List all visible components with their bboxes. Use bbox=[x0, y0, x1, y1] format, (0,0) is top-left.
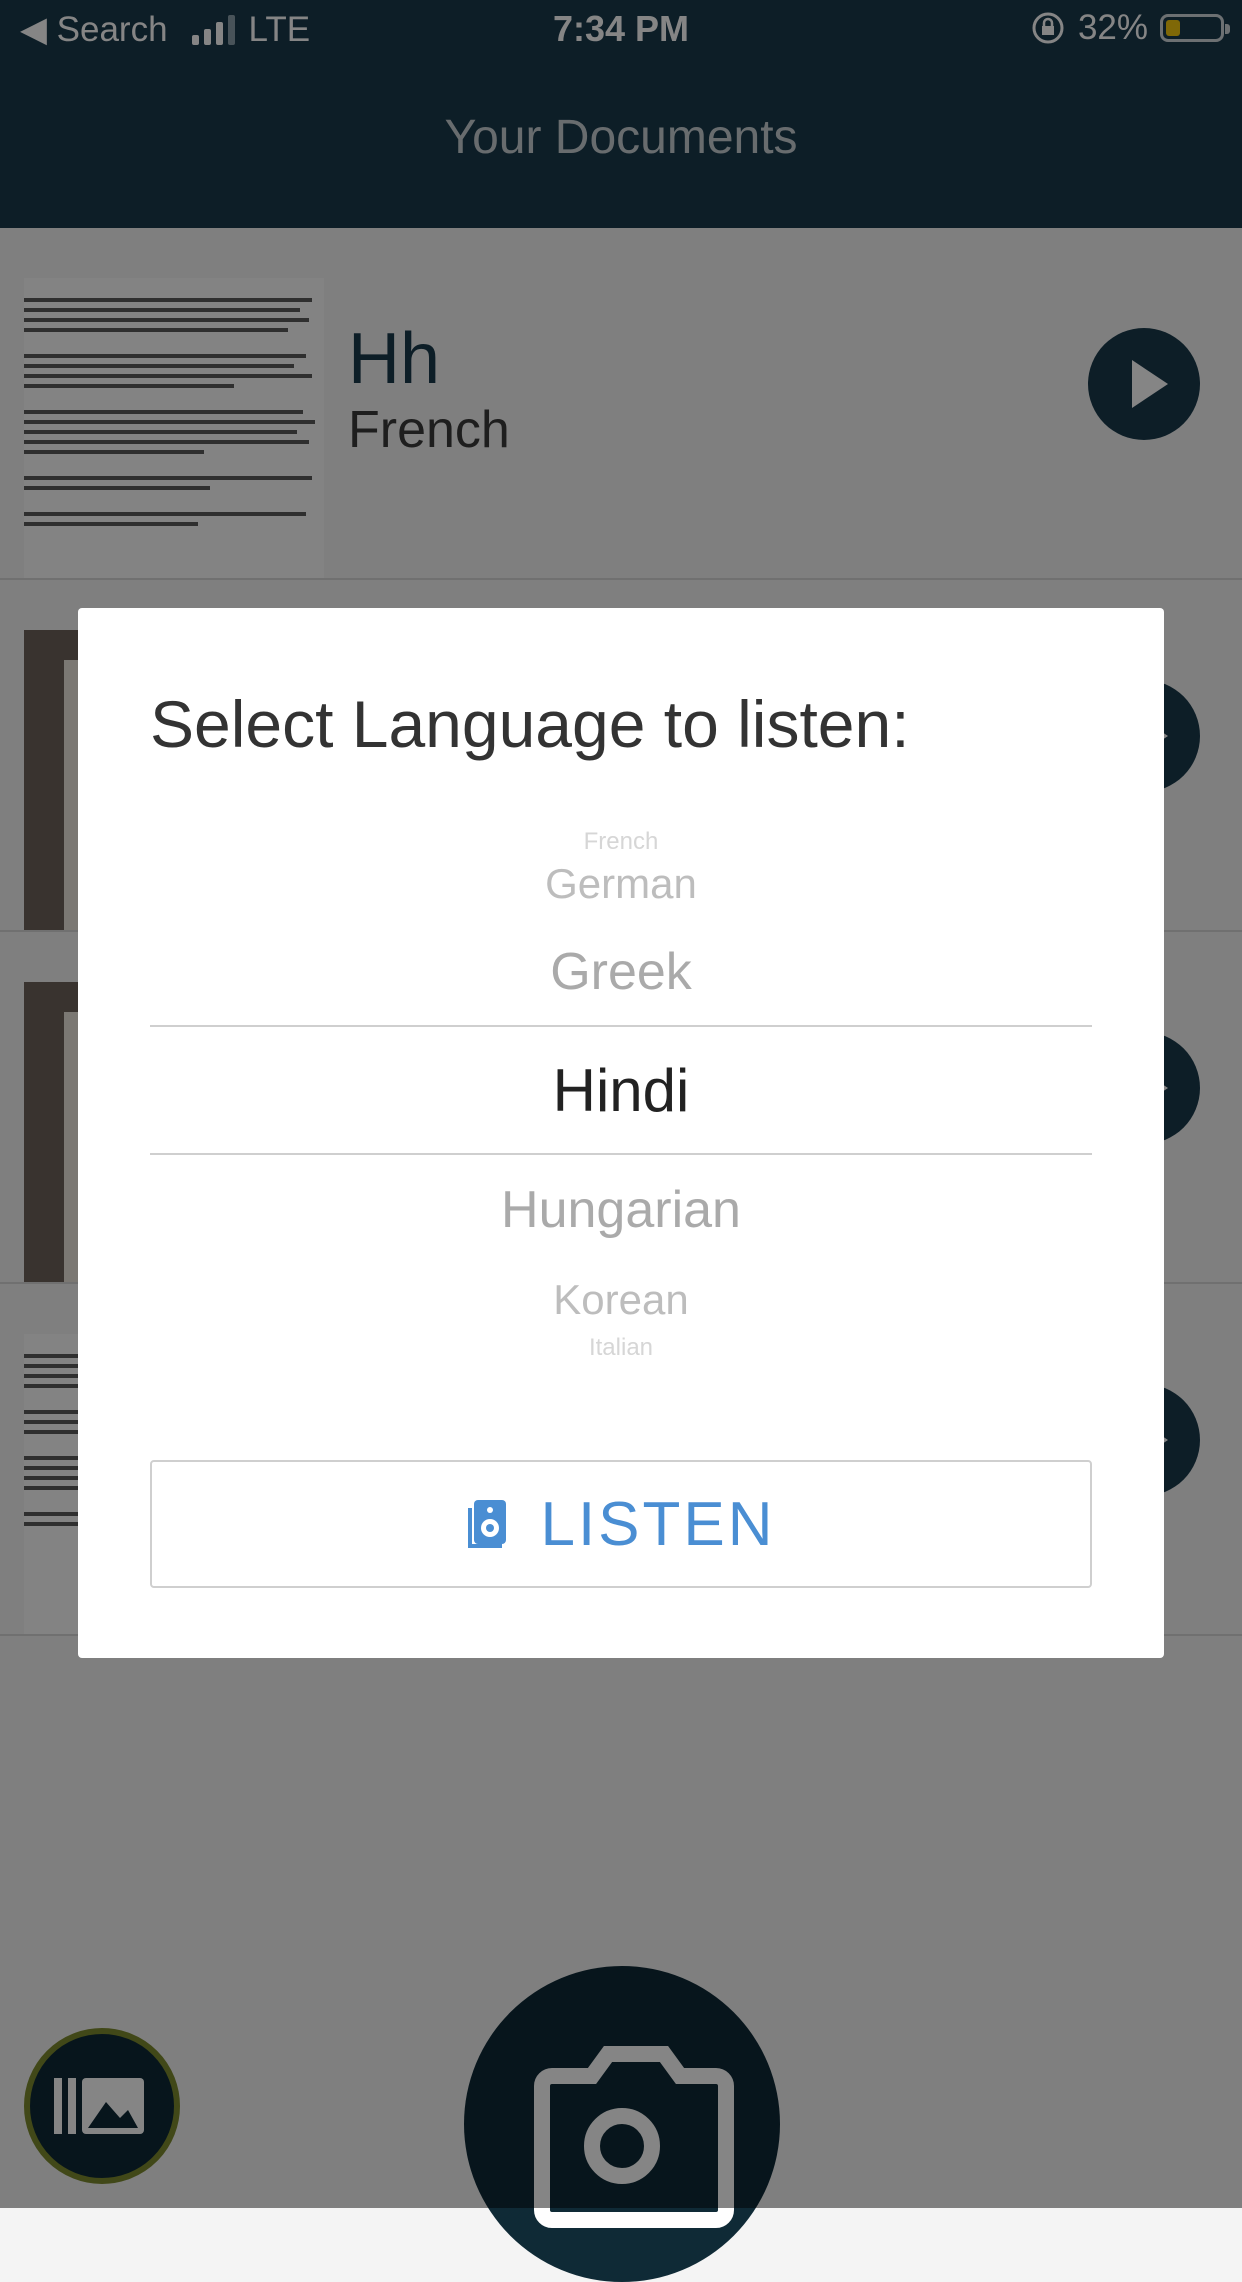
listen-button-label: LISTEN bbox=[540, 1489, 776, 1559]
listen-button[interactable]: LISTEN bbox=[150, 1460, 1092, 1588]
picker-option-selected[interactable]: Hindi bbox=[150, 1056, 1092, 1125]
selection-indicator-top bbox=[150, 1025, 1092, 1027]
picker-option[interactable]: French bbox=[150, 828, 1092, 856]
picker-option[interactable]: Greek bbox=[150, 942, 1092, 1002]
language-picker[interactable]: French German Greek Hindi bbox=[150, 808, 1092, 1168]
dialog-title: Select Language to listen: bbox=[150, 687, 910, 761]
speaker-icon bbox=[468, 1500, 507, 1548]
language-select-dialog: Select Language to listen: French German… bbox=[78, 608, 1164, 1658]
picker-option[interactable]: Italian bbox=[150, 1334, 1092, 1362]
selection-indicator-bottom bbox=[150, 1153, 1092, 1155]
picker-option[interactable]: German bbox=[150, 860, 1092, 908]
picker-option[interactable]: Hungarian bbox=[150, 1180, 1092, 1240]
picker-option[interactable]: Korean bbox=[150, 1276, 1092, 1324]
